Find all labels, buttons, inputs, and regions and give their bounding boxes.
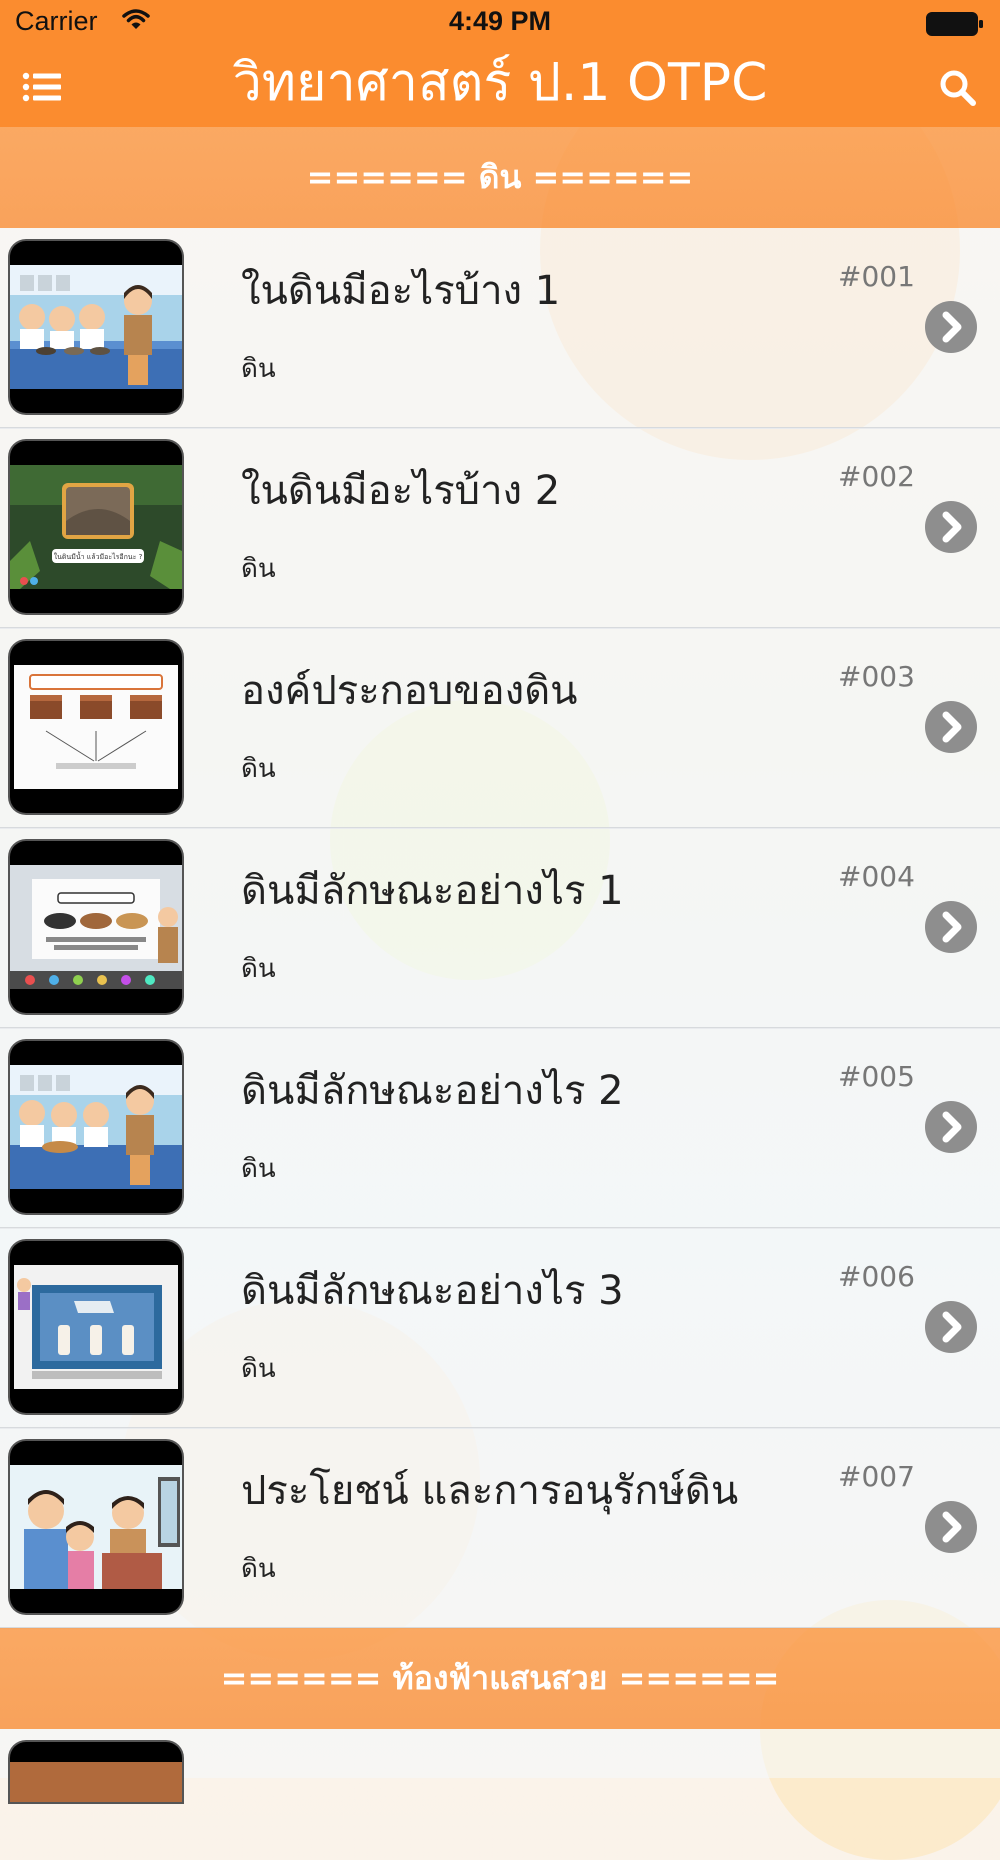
item-title: ดินมีลักษณะอย่างไร 3 — [241, 1268, 624, 1314]
battery-icon — [926, 12, 983, 36]
item-title: องค์ประกอบของดิน — [241, 668, 578, 714]
list-item-001[interactable]: ในดินมีอะไรบ้าง 1 #001 ดิน — [0, 228, 1000, 429]
item-subtitle: ดิน — [241, 554, 276, 584]
lesson-thumbnail — [10, 1441, 182, 1613]
chevron-right-icon[interactable] — [925, 1301, 977, 1353]
chevron-right-icon[interactable] — [925, 301, 977, 353]
list-item-002[interactable]: ในดินมีน้ำ แล้วมีอะไรอีกนะ ? ในดินมีอะไร… — [0, 428, 1000, 629]
list-item-004[interactable]: ดินมีลักษณะอย่างไร 1 #004 ดิน — [0, 828, 1000, 1029]
lesson-thumbnail: ในดินมีน้ำ แล้วมีอะไรอีกนะ ? — [10, 441, 182, 613]
clock: 4:49 PM — [448, 6, 552, 36]
item-subtitle: ดิน — [241, 354, 276, 384]
lesson-thumbnail — [10, 1742, 182, 1802]
chevron-right-icon[interactable] — [925, 701, 977, 753]
list-item-007[interactable]: ประโยชน์ และการอนุรักษ์ดิน #007 ดิน — [0, 1428, 1000, 1629]
item-subtitle: ดิน — [241, 1354, 276, 1384]
list-item-003[interactable]: องค์ประกอบของดิน #003 ดิน — [0, 628, 1000, 829]
item-code: #004 — [838, 860, 915, 893]
item-subtitle: ดิน — [241, 754, 276, 784]
chevron-right-icon[interactable] — [925, 901, 977, 953]
page-title: วิทยาศาสตร์ ป.1 OTPC — [232, 53, 768, 113]
item-title: ดินมีลักษณะอย่างไร 2 — [241, 1068, 624, 1114]
item-title: ดินมีลักษณะอย่างไร 1 — [241, 868, 624, 914]
section-header-soil: ====== ดิน ====== — [0, 127, 1000, 228]
item-code: #007 — [838, 1460, 915, 1493]
item-subtitle: ดิน — [241, 1154, 276, 1184]
section-header-sky: ====== ท้องฟ้าแสนสวย ====== — [0, 1628, 1000, 1729]
lesson-thumbnail — [10, 1241, 182, 1413]
item-title: ประโยชน์ และการอนุรักษ์ดิน — [241, 1468, 739, 1514]
chevron-right-icon[interactable] — [925, 501, 977, 553]
lesson-thumbnail — [10, 1041, 182, 1213]
search-icon[interactable] — [938, 68, 978, 108]
list-item-006[interactable]: ดินมีลักษณะอย่างไร 3 #006 ดิน — [0, 1228, 1000, 1429]
list-item-partial[interactable] — [0, 1729, 1000, 1802]
chevron-right-icon[interactable] — [925, 1501, 977, 1553]
item-code: #005 — [838, 1060, 915, 1093]
item-code: #002 — [838, 460, 915, 493]
item-code: #006 — [838, 1260, 915, 1293]
item-subtitle: ดิน — [241, 1554, 276, 1584]
item-subtitle: ดิน — [241, 954, 276, 984]
navigation-bar: Carrier 4:49 PM วิทยาศาสตร์ ป.1 OTPC — [0, 0, 1000, 127]
item-code: #001 — [838, 260, 915, 293]
item-title: ในดินมีอะไรบ้าง 1 — [241, 268, 561, 314]
item-title: ในดินมีอะไรบ้าง 2 — [241, 468, 561, 514]
lesson-thumbnail — [10, 841, 182, 1013]
item-code: #003 — [838, 660, 915, 693]
chevron-right-icon[interactable] — [925, 1101, 977, 1153]
lesson-thumbnail — [10, 641, 182, 813]
list-item-005[interactable]: ดินมีลักษณะอย่างไร 2 #005 ดิน — [0, 1028, 1000, 1229]
lesson-thumbnail — [10, 241, 182, 413]
